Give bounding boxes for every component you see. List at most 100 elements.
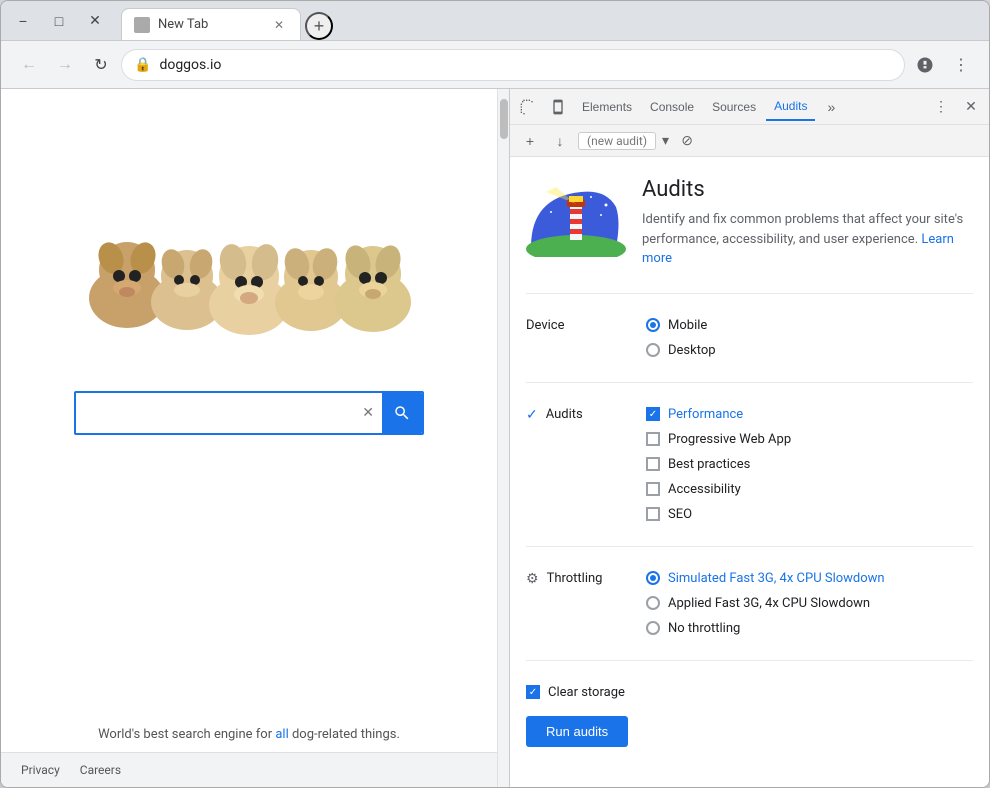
download-button[interactable]: ↓: [548, 129, 572, 153]
block-button[interactable]: ⊘: [675, 129, 699, 153]
privacy-link[interactable]: Privacy: [21, 763, 60, 777]
browser-scrollbar[interactable]: [497, 89, 509, 787]
device-options: Mobile Desktop: [646, 318, 973, 358]
audit-label[interactable]: (new audit): [578, 132, 656, 150]
mobile-label: Mobile: [668, 318, 707, 333]
forward-button[interactable]: →: [49, 49, 81, 81]
accessibility-label: Accessibility: [668, 482, 741, 497]
mobile-radio[interactable]: [646, 318, 660, 332]
pwa-checkbox[interactable]: [646, 432, 660, 446]
run-audits-button[interactable]: Run audits: [526, 716, 628, 747]
divider-clear: [526, 660, 973, 661]
clear-storage-section: ✓ Clear storage: [526, 677, 973, 708]
applied-3g-radio[interactable]: [646, 596, 660, 610]
seo-option[interactable]: SEO: [646, 507, 973, 522]
back-button[interactable]: ←: [13, 49, 45, 81]
divider-device: [526, 293, 973, 294]
browser-menu-button[interactable]: ⋮: [945, 49, 977, 81]
tagline-highlight: all: [275, 727, 288, 742]
audit-dropdown-button[interactable]: ▾: [662, 133, 669, 149]
throttling-label-col: ⚙ Throttling: [526, 571, 646, 587]
active-tab[interactable]: New Tab ✕: [121, 8, 301, 40]
reload-button[interactable]: ↻: [85, 49, 117, 81]
profile-button[interactable]: [909, 49, 941, 81]
puppies-image: [59, 140, 439, 340]
seo-checkbox[interactable]: [646, 507, 660, 521]
performance-label: Performance: [668, 407, 743, 422]
tagline-suffix: dog-related things.: [289, 727, 400, 742]
tab-console[interactable]: Console: [642, 93, 702, 121]
accessibility-checkbox[interactable]: [646, 482, 660, 496]
title-bar: − □ ✕ New Tab ✕ +: [1, 1, 989, 41]
performance-checkbox[interactable]: ✓: [646, 407, 660, 421]
new-tab-button[interactable]: +: [305, 12, 333, 40]
audits-label-col: ✓ Audits: [526, 407, 646, 423]
throttling-gear-icon: ⚙: [526, 571, 539, 587]
tab-elements[interactable]: Elements: [574, 93, 640, 121]
desktop-option[interactable]: Desktop: [646, 343, 973, 358]
no-throttling-option[interactable]: No throttling: [646, 621, 973, 636]
simulated-3g-radio[interactable]: [646, 571, 660, 585]
desktop-label: Desktop: [668, 343, 716, 358]
audits-description: Identify and fix common problems that af…: [642, 210, 973, 269]
tab-label: New Tab: [158, 17, 208, 32]
audits-content: Audits Identify and fix common problems …: [510, 157, 989, 787]
browser-content: ✕ World's best search engine for all dog…: [1, 89, 497, 787]
clear-storage-option[interactable]: ✓ Clear storage: [526, 685, 625, 700]
search-clear-button[interactable]: ✕: [358, 401, 378, 425]
browser-footer: Privacy Careers: [1, 752, 497, 787]
scrollbar-thumb[interactable]: [500, 99, 508, 139]
tagline: World's best search engine for all dog-r…: [68, 717, 430, 752]
best-practices-checkbox[interactable]: [646, 457, 660, 471]
search-input[interactable]: [84, 404, 358, 422]
mobile-option[interactable]: Mobile: [646, 318, 973, 333]
new-audit-add-button[interactable]: +: [518, 129, 542, 153]
address-bar-row: ← → ↻ 🔒 doggos.io ⋮: [1, 41, 989, 89]
performance-option[interactable]: ✓ Performance: [646, 407, 973, 422]
devtools-options-button[interactable]: ⋮: [927, 93, 955, 121]
seo-label: SEO: [668, 507, 692, 522]
audits-label: Audits: [546, 407, 583, 422]
maximize-button[interactable]: □: [45, 7, 73, 35]
minimize-button[interactable]: −: [9, 7, 37, 35]
simulated-3g-option[interactable]: Simulated Fast 3G, 4x CPU Slowdown: [646, 571, 973, 586]
desktop-radio[interactable]: [646, 343, 660, 357]
pwa-option[interactable]: Progressive Web App: [646, 432, 973, 447]
clear-storage-checkbox[interactable]: ✓: [526, 685, 540, 699]
address-bar[interactable]: 🔒 doggos.io: [121, 49, 905, 81]
audits-title: Audits: [642, 177, 973, 202]
best-practices-option[interactable]: Best practices: [646, 457, 973, 472]
search-box[interactable]: ✕: [74, 391, 424, 435]
tab-bar: New Tab ✕ +: [121, 1, 549, 40]
tab-sources[interactable]: Sources: [704, 93, 764, 121]
device-section: Device Mobile Desktop: [526, 310, 973, 366]
window-controls: − □ ✕: [9, 7, 109, 35]
device-toggle-button[interactable]: [544, 93, 572, 121]
audits-section: ✓ Audits ✓ Performance Progressive Web A…: [526, 399, 973, 530]
throttling-options: Simulated Fast 3G, 4x CPU Slowdown Appli…: [646, 571, 973, 636]
tab-audits[interactable]: Audits: [766, 93, 815, 121]
no-throttling-radio[interactable]: [646, 621, 660, 635]
best-practices-label: Best practices: [668, 457, 750, 472]
simulated-3g-label: Simulated Fast 3G, 4x CPU Slowdown: [668, 571, 885, 586]
search-submit-button[interactable]: [382, 393, 422, 433]
audits-subtoolbar: + ↓ (new audit) ▾ ⊘: [510, 125, 989, 157]
device-label-col: Device: [526, 318, 646, 333]
audits-check-icon: ✓: [526, 407, 538, 423]
tab-favicon: [134, 17, 150, 33]
divider-throttling: [526, 546, 973, 547]
accessibility-option[interactable]: Accessibility: [646, 482, 973, 497]
element-picker-button[interactable]: [514, 93, 542, 121]
main-area: ✕ World's best search engine for all dog…: [1, 89, 989, 787]
applied-3g-option[interactable]: Applied Fast 3G, 4x CPU Slowdown: [646, 596, 973, 611]
clear-storage-label: Clear storage: [548, 685, 625, 700]
close-button[interactable]: ✕: [81, 7, 109, 35]
tab-close-button[interactable]: ✕: [270, 16, 288, 34]
lighthouse-header: Audits Identify and fix common problems …: [526, 177, 973, 269]
audits-options: ✓ Performance Progressive Web App Best p…: [646, 407, 973, 522]
lighthouse-logo: [526, 177, 626, 269]
devtools-more-tabs-button[interactable]: »: [817, 93, 845, 121]
pwa-label: Progressive Web App: [668, 432, 791, 447]
devtools-close-button[interactable]: ✕: [957, 93, 985, 121]
careers-link[interactable]: Careers: [80, 763, 121, 777]
